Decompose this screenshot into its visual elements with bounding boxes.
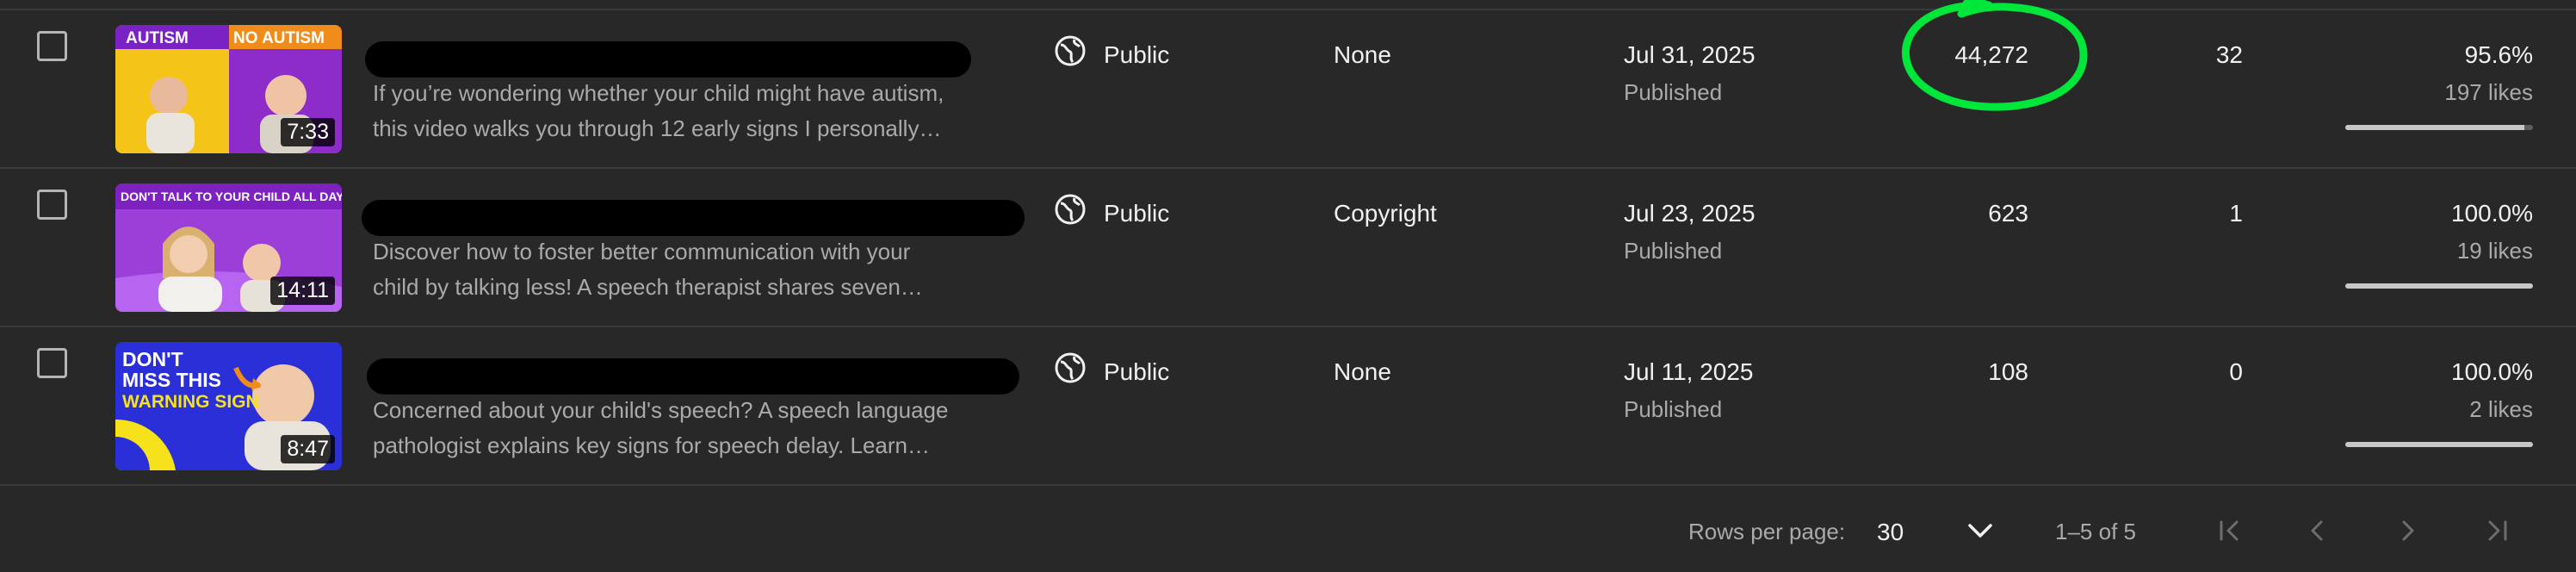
status-label: Published (1624, 79, 1723, 105)
likes-count: 19 likes (2456, 238, 2533, 264)
restrictions-label[interactable]: Copyright (1334, 200, 1437, 227)
description-line: child by talking less! A speech therapis… (373, 274, 923, 300)
comments-count: 1 (2229, 200, 2243, 227)
status-label: Published (1624, 238, 1723, 264)
description-line: If you’re wondering whether your child m… (373, 80, 944, 106)
comments-count: 32 (2215, 41, 2243, 68)
thumbnail-caption-right: NO AUTISM (233, 29, 325, 47)
likes-bar-fill (2345, 442, 2533, 447)
video-description: If you’re wondering whether your child m… (373, 76, 993, 146)
globe-icon (1055, 194, 1086, 225)
description-line: Discover how to foster better communicat… (373, 239, 911, 264)
date-label: Jul 23, 2025 (1624, 200, 1756, 227)
rows-per-page-value[interactable]: 30 (1877, 519, 1904, 546)
rows-per-page-label: Rows per page: (1688, 519, 1846, 544)
video-thumbnail[interactable]: DON'T MISS THIS WARNING SIGN 8:47 (115, 342, 342, 470)
views-count: 623 (1988, 200, 2028, 227)
chevron-right-icon[interactable] (2390, 513, 2424, 548)
globe-icon (1055, 352, 1086, 383)
description-line: this video walks you through 12 early si… (373, 115, 942, 141)
pagination-range: 1–5 of 5 (2055, 519, 2136, 544)
video-thumbnail[interactable]: DON'T TALK TO YOUR CHILD ALL DAY 14:11 (115, 183, 342, 312)
visibility-label[interactable]: Public (1104, 358, 1169, 386)
video-description: Discover how to foster better communicat… (373, 234, 993, 305)
visibility-label[interactable]: Public (1104, 200, 1169, 227)
table-row[interactable]: AUTISM NO AUTISM 7:33 If you’re wonderin… (0, 10, 2576, 169)
likes-count: 2 likes (2469, 396, 2533, 422)
restrictions-label[interactable]: None (1334, 358, 1391, 386)
description-line: Concerned about your child's speech? A s… (373, 397, 949, 423)
likes-bar-fill (2345, 125, 2525, 130)
like-ratio: 100.0% (2451, 358, 2533, 385)
thumbnail-caption-line: MISS THIS (122, 369, 221, 391)
chevron-down-icon[interactable] (1963, 513, 1997, 548)
thumbnail-caption-line: DON'T (122, 348, 183, 370)
likes-bar-fill (2345, 283, 2533, 289)
row-checkbox[interactable] (37, 348, 67, 378)
video-table: AUTISM NO AUTISM 7:33 If you’re wonderin… (0, 0, 2576, 488)
row-checkbox[interactable] (37, 190, 67, 220)
date-label: Jul 31, 2025 (1624, 41, 1756, 68)
video-duration: 14:11 (270, 277, 335, 305)
thumbnail-caption-line: WARNING SIGN (122, 392, 259, 412)
video-thumbnail[interactable]: AUTISM NO AUTISM 7:33 (115, 25, 342, 153)
redacted-title (367, 358, 1019, 395)
restrictions-label[interactable]: None (1334, 41, 1391, 69)
comments-count: 0 (2229, 358, 2243, 385)
row-checkbox[interactable] (37, 31, 67, 61)
views-count: 108 (1988, 358, 2028, 385)
date-label: Jul 11, 2025 (1624, 358, 1754, 385)
like-ratio: 95.6% (2464, 41, 2533, 68)
visibility-label[interactable]: Public (1104, 41, 1169, 69)
table-row[interactable]: DON'T MISS THIS WARNING SIGN 8:47 Concer… (0, 327, 2576, 486)
description-line: pathologist explains key signs for speec… (373, 432, 931, 458)
like-ratio: 100.0% (2451, 200, 2533, 227)
views-count: 44,272 (1954, 41, 2028, 68)
likes-bar (2345, 442, 2533, 447)
thumbnail-caption-left: AUTISM (126, 29, 189, 47)
first-page-icon[interactable] (2213, 513, 2247, 548)
last-page-icon[interactable] (2480, 513, 2514, 548)
thumbnail-caption: DON'T TALK TO YOUR CHILD ALL DAY (121, 190, 342, 203)
chevron-left-icon[interactable] (2300, 513, 2335, 548)
likes-bar (2345, 283, 2533, 289)
globe-icon (1055, 35, 1086, 66)
redacted-title (365, 41, 971, 78)
status-label: Published (1624, 396, 1723, 422)
video-description: Concerned about your child's speech? A s… (373, 393, 993, 463)
pagination-bar: Rows per page: 30 1–5 of 5 (0, 488, 2576, 572)
likes-bar (2345, 125, 2533, 130)
redacted-title (362, 200, 1025, 236)
video-duration: 7:33 (281, 118, 335, 146)
video-duration: 8:47 (281, 435, 335, 463)
table-row[interactable]: DON'T TALK TO YOUR CHILD ALL DAY 14:11 D… (0, 169, 2576, 327)
likes-count: 197 likes (2444, 79, 2533, 105)
